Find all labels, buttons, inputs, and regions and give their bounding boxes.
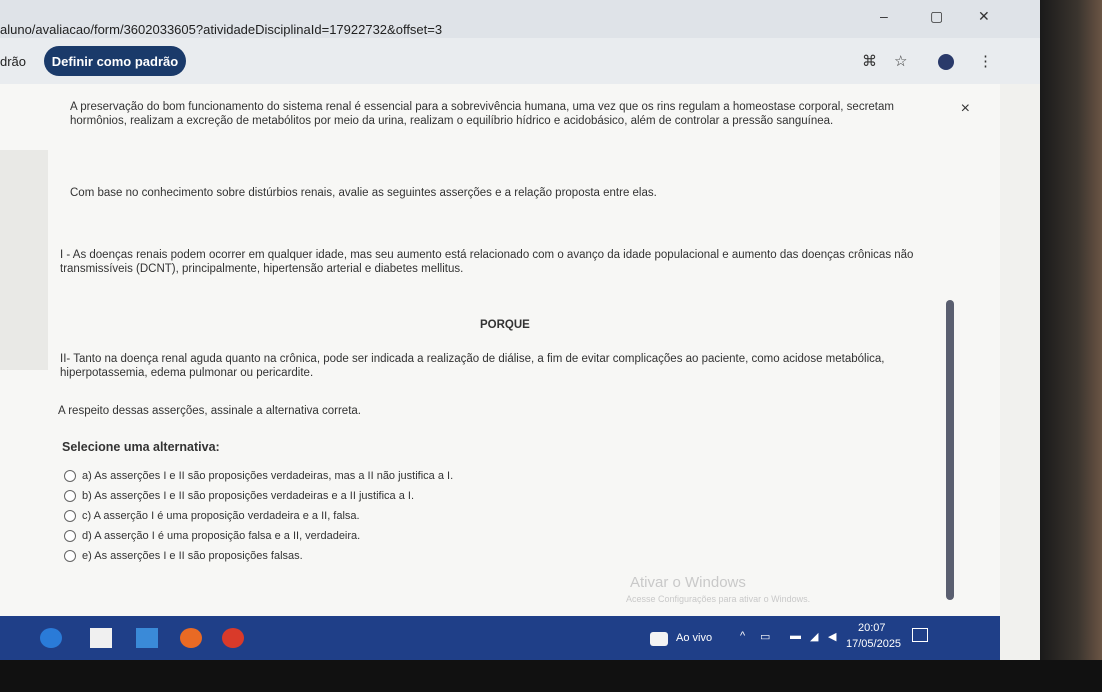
radio-icon[interactable] [64, 470, 76, 482]
radio-icon[interactable] [64, 510, 76, 522]
store-icon[interactable] [90, 628, 112, 648]
assertion-1: I - As doenças renais podem ocorrer em q… [60, 249, 914, 275]
opera-icon[interactable] [222, 628, 244, 648]
chevron-up-icon[interactable]: ^ [740, 630, 745, 642]
monitor-screen: aluno/avaliacao/form/3602033605?atividad… [0, 0, 1040, 660]
minimize-icon[interactable]: – [880, 8, 888, 24]
set-default-button[interactable]: Definir como padrão [44, 46, 186, 76]
volume-icon[interactable]: ◀ [828, 630, 836, 643]
firefox-icon[interactable] [180, 628, 202, 648]
weather-icon[interactable] [650, 632, 668, 646]
scrollbar-thumb[interactable] [946, 300, 954, 600]
option-d[interactable]: d) A asserção I é uma proposição falsa e… [64, 530, 360, 542]
option-c[interactable]: c) A asserção I é uma proposição verdade… [64, 510, 360, 522]
instruction-text: A respeito dessas asserções, assinale a … [58, 405, 361, 417]
prompt-text: Com base no conhecimento sobre distúrbio… [70, 187, 657, 199]
edge-icon[interactable] [40, 628, 62, 648]
assertion-2: II- Tanto na doença renal aguda quanto n… [60, 353, 885, 379]
live-label[interactable]: Ao vivo [676, 632, 712, 644]
battery-icon[interactable]: ▬ [790, 630, 801, 642]
mail-icon[interactable] [136, 628, 158, 648]
option-text: d) A asserção I é uma proposição falsa e… [82, 530, 361, 542]
option-text: e) As asserções I e II são proposições f… [82, 550, 303, 562]
browser-toolbar: drão Definir como padrão ⌘ ☆ ⋮ [0, 38, 1040, 84]
taskbar: Ao vivo ^ ▭ ▬ ◢ ◀ 20:07 17/05/2025 [0, 616, 1000, 660]
monitor-bezel-bottom [0, 660, 1102, 692]
porque-label: PORQUE [480, 319, 530, 331]
translate-icon[interactable]: ⌘ [862, 52, 877, 70]
select-label: Selecione uma alternativa: [62, 440, 220, 454]
browser-titlebar: aluno/avaliacao/form/3602033605?atividad… [0, 0, 1040, 38]
close-window-icon[interactable]: ✕ [978, 8, 990, 25]
left-panel [0, 150, 48, 370]
intro-text: A preservação do bom funcionamento do si… [70, 101, 894, 127]
more-icon[interactable]: ⋮ [978, 52, 993, 70]
option-b[interactable]: b) As asserções I e II são proposições v… [64, 490, 414, 502]
profile-icon[interactable] [938, 54, 954, 70]
option-text: c) A asserção I é uma proposição verdade… [82, 510, 360, 522]
option-a[interactable]: a) As asserções I e II são proposições v… [64, 470, 453, 482]
toolbar-left-label: drão [0, 54, 27, 69]
wifi-icon[interactable]: ◢ [810, 630, 818, 643]
maximize-icon[interactable]: ▢ [930, 8, 943, 25]
notification-icon[interactable] [912, 628, 928, 642]
activation-watermark-title: Ativar o Windows [630, 574, 746, 591]
radio-icon[interactable] [64, 530, 76, 542]
address-bar-url[interactable]: aluno/avaliacao/form/3602033605?atividad… [0, 22, 442, 37]
radio-icon[interactable] [64, 490, 76, 502]
monitor-bezel-right [1040, 0, 1102, 692]
activation-watermark-subtitle: Acesse Configurações para ativar o Windo… [626, 594, 811, 604]
clock-time[interactable]: 20:07 [858, 622, 886, 634]
system-tray-icon[interactable]: ▭ [760, 630, 770, 643]
close-icon[interactable]: × [961, 100, 970, 118]
star-icon[interactable]: ☆ [894, 52, 907, 70]
option-text: a) As asserções I e II são proposições v… [82, 470, 454, 482]
option-e[interactable]: e) As asserções I e II são proposições f… [64, 550, 303, 562]
clock-date[interactable]: 17/05/2025 [846, 638, 901, 650]
option-text: b) As asserções I e II são proposições v… [82, 490, 414, 502]
radio-icon[interactable] [64, 550, 76, 562]
